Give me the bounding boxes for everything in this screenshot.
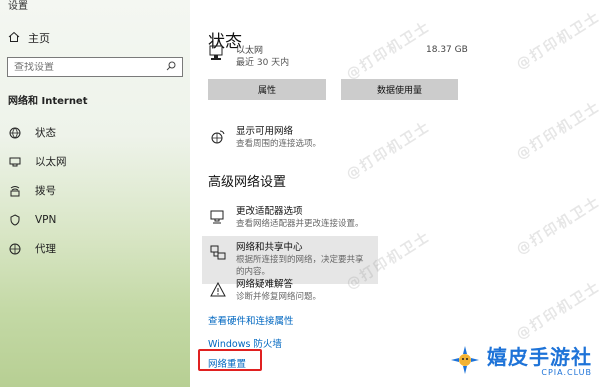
- sidebar-item-label: 代理: [35, 243, 56, 255]
- item-desc: 诊断并修复网络问题。: [236, 292, 322, 302]
- watermark: @打印机卫士: [513, 193, 600, 259]
- network-globe-icon: [210, 129, 226, 145]
- item-desc: 查看网络适配器并更改连接设置。: [236, 219, 364, 229]
- warning-icon: [210, 281, 226, 298]
- brand-logo: 嬉皮手游社 CPIA.CLUB: [449, 344, 592, 379]
- brand-mascot-icon: [449, 344, 481, 379]
- vpn-icon: [8, 213, 22, 227]
- sidebar: 设置 主页 网络和 Internet 状态 以太网: [0, 0, 190, 387]
- sidebar-item-label: 以太网: [35, 156, 67, 168]
- brand-name: 嬉皮手游社: [487, 345, 592, 369]
- search-input[interactable]: [14, 61, 154, 73]
- sharing-center-icon: [210, 245, 226, 261]
- sidebar-item-vpn[interactable]: VPN: [0, 205, 190, 234]
- section-title: 网络和 Internet: [8, 96, 88, 107]
- item-title: 显示可用网络: [236, 126, 294, 137]
- sidebar-item-label: 状态: [35, 127, 56, 139]
- connection-period: 最近 30 天内: [236, 58, 290, 68]
- adapter-icon: [210, 209, 226, 225]
- proxy-icon: [8, 242, 22, 256]
- hardware-properties-link[interactable]: 查看硬件和连接属性: [208, 313, 294, 327]
- window-title: 设置: [8, 1, 28, 12]
- item-title: 网络和共享中心: [236, 242, 303, 253]
- search-icon[interactable]: [166, 61, 176, 74]
- watermark: @打印机卫士: [513, 8, 600, 74]
- status-icon: [8, 126, 22, 140]
- item-title: 更改适配器选项: [236, 206, 303, 217]
- data-used: 18.37 GB: [426, 45, 468, 55]
- firewall-link[interactable]: Windows 防火墙: [208, 336, 282, 350]
- advanced-heading: 高级网络设置: [208, 175, 287, 190]
- watermark: @打印机卫士: [513, 98, 600, 164]
- troubleshooter-item[interactable]: 网络疑难解答 诊断并修复网络问题。: [202, 273, 442, 309]
- properties-button[interactable]: 属性: [208, 79, 326, 100]
- home-label: 主页: [28, 32, 50, 45]
- main-content: 状态 以太网 最近 30 天内 18.37 GB 属性 数据使用量 显示可用网络…: [190, 0, 600, 387]
- network-reset-link[interactable]: 网络重置: [208, 356, 246, 370]
- home-icon: [8, 31, 20, 46]
- brand-sub: CPIA.CLUB: [541, 368, 592, 377]
- sidebar-item-status[interactable]: 状态: [0, 118, 190, 147]
- sidebar-item-ethernet[interactable]: 以太网: [0, 147, 190, 176]
- sidebar-item-label: 拨号: [35, 185, 56, 197]
- adapter-options-item[interactable]: 更改适配器选项 查看网络适配器并更改连接设置。: [202, 200, 442, 236]
- connection-name: 以太网: [236, 46, 264, 56]
- sidebar-item-dialup[interactable]: 拨号: [0, 176, 190, 205]
- ethernet-icon: [8, 155, 22, 169]
- data-usage-button[interactable]: 数据使用量: [341, 79, 458, 100]
- watermark: @打印机卫士: [513, 278, 600, 344]
- sidebar-item-proxy[interactable]: 代理: [0, 234, 190, 263]
- item-desc: 查看周围的连接选项。: [236, 139, 322, 149]
- sidebar-nav: 状态 以太网 拨号 VPN 代理: [0, 118, 190, 263]
- item-title: 网络疑难解答: [236, 279, 294, 290]
- dialup-icon: [8, 184, 22, 198]
- sidebar-home[interactable]: 主页: [8, 30, 50, 46]
- search-box[interactable]: [7, 57, 183, 77]
- sidebar-item-label: VPN: [35, 213, 57, 226]
- ethernet-pc-icon: [208, 45, 224, 69]
